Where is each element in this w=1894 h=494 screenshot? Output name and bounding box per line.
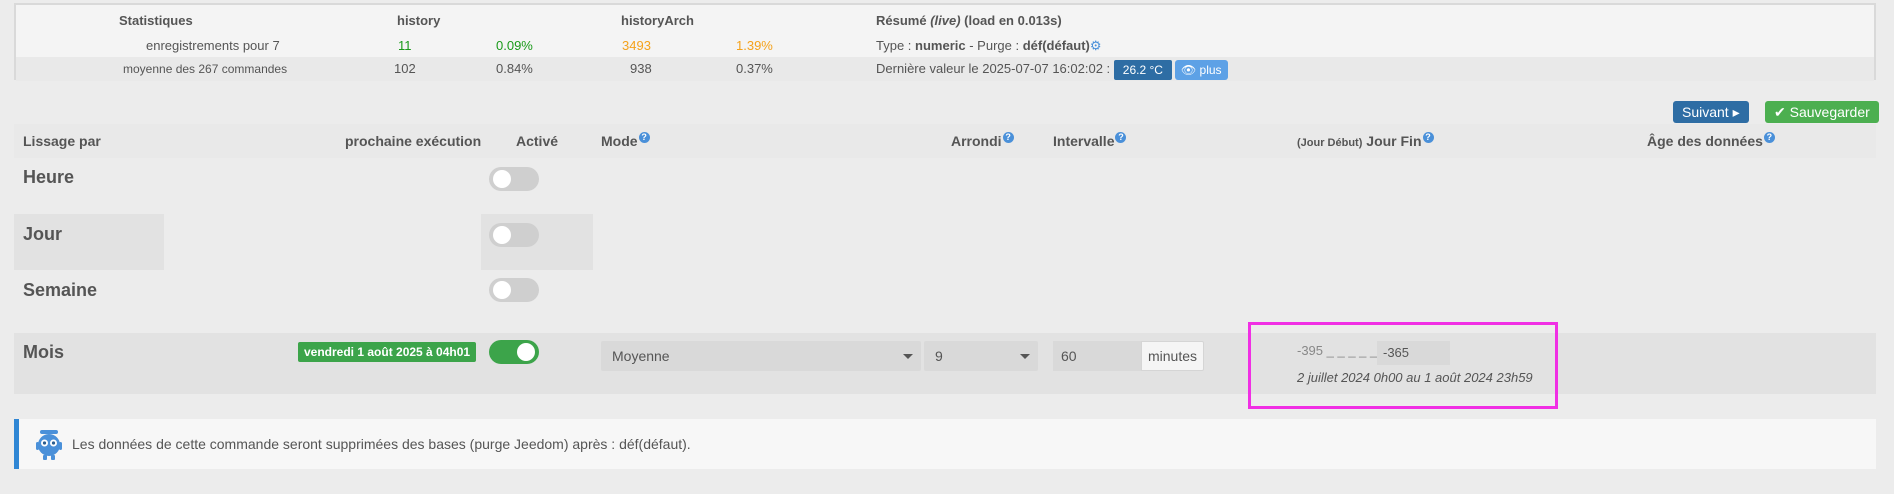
gears-icon[interactable]: ⚙	[1090, 38, 1102, 53]
header-lissage: Lissage par	[23, 133, 101, 149]
help-icon[interactable]: ?	[638, 132, 650, 143]
stats-header-resume: Résumé (live) (load en 0.013s)	[876, 13, 1062, 28]
row-label-semaine: Semaine	[23, 280, 98, 300]
row-jour: Jour	[14, 214, 1876, 270]
header-mode: Mode?	[601, 124, 650, 158]
arrondi-select[interactable]: 9	[924, 341, 1038, 371]
toggle-jour[interactable]	[489, 223, 539, 247]
arch-average-count: 938	[630, 61, 652, 76]
arch-count: 3493	[622, 38, 651, 53]
help-icon[interactable]: ?	[1763, 132, 1775, 143]
history-average-count: 102	[394, 61, 416, 76]
row-heure: Heure	[14, 160, 1876, 212]
row-semaine: Semaine	[14, 272, 1876, 324]
header-active: Activé	[516, 133, 559, 149]
arch-average-percent: 0.37%	[736, 61, 773, 76]
temperature-badge: 26.2 °C	[1113, 59, 1172, 80]
plus-button[interactable]: 👁 plus	[1174, 59, 1228, 80]
mode-select[interactable]: Moyenne	[601, 341, 921, 371]
jeedom-robot-icon	[36, 430, 62, 460]
header-age: Âge des données?	[1647, 124, 1775, 158]
stats-header-statistiques: Statistiques	[119, 13, 193, 28]
header-prochaine: prochaine exécution	[345, 133, 482, 149]
help-icon[interactable]: ?	[1422, 132, 1434, 143]
help-icon[interactable]: ?	[1002, 132, 1014, 143]
history-percent: 0.09%	[496, 38, 533, 53]
stats-header-historyarch: historyArch	[621, 13, 694, 28]
chevron-down-icon	[1020, 354, 1030, 359]
smoothing-table-header: Lissage par prochaine exécution Activé M…	[14, 124, 1876, 158]
row-label-mois: Mois	[23, 342, 65, 362]
row-label-heure: Heure	[23, 167, 75, 187]
check-circle-icon: ✔	[1774, 104, 1786, 120]
stats-header-history: history	[397, 13, 441, 28]
stats-records-label: enregistrements pour 7	[146, 38, 280, 53]
toggle-heure[interactable]	[489, 167, 539, 191]
header-arrondi: Arrondi?	[951, 124, 1014, 158]
history-count: 11	[398, 38, 412, 53]
caret-right-icon: ▸	[1732, 104, 1740, 120]
stats-average-label: moyenne des 267 commandes	[123, 62, 288, 76]
stats-row-average: moyenne des 267 commandes 102 0.84% 938 …	[16, 57, 1874, 81]
intervalle-unit: minutes	[1141, 341, 1205, 371]
toggle-semaine[interactable]	[489, 278, 539, 302]
last-value-info: Dernière valeur le 2025-07-07 16:02:02 :…	[876, 57, 1228, 81]
highlight-box	[1248, 322, 1558, 409]
eye-icon: 👁	[1180, 62, 1197, 77]
intervalle-input[interactable]: 60	[1053, 341, 1141, 371]
header-intervalle: Intervalle?	[1053, 124, 1127, 158]
stats-row-records: enregistrements pour 7 11 0.09% 3493 1.3…	[16, 34, 1874, 58]
row-label-jour: Jour	[23, 224, 63, 244]
statistics-panel: Statistiques history historyArch Résumé …	[14, 3, 1876, 81]
chevron-down-icon	[903, 354, 913, 359]
purge-info-alert: Les données de cette commande seront sup…	[14, 419, 1876, 469]
type-purge-info: Type : numeric - Purge : déf(défaut)⚙	[876, 38, 1102, 53]
purge-info-text: Les données de cette commande seront sup…	[72, 436, 691, 452]
next-button[interactable]: Suivant ▸	[1673, 101, 1749, 123]
header-jour: (Jour Début) Jour Fin?	[1297, 124, 1434, 160]
save-button[interactable]: ✔ Sauvegarder	[1765, 101, 1879, 123]
row-mois: Mois vendredi 1 août 2025 à 04h01 Moyenn…	[14, 333, 1876, 394]
stats-header-row: Statistiques history historyArch Résumé …	[16, 9, 1874, 33]
arch-percent: 1.39%	[736, 38, 773, 53]
history-average-percent: 0.84%	[496, 61, 533, 76]
help-icon[interactable]: ?	[1115, 132, 1127, 143]
next-run-badge: vendredi 1 août 2025 à 04h01	[298, 342, 477, 362]
toggle-mois[interactable]	[489, 340, 539, 364]
